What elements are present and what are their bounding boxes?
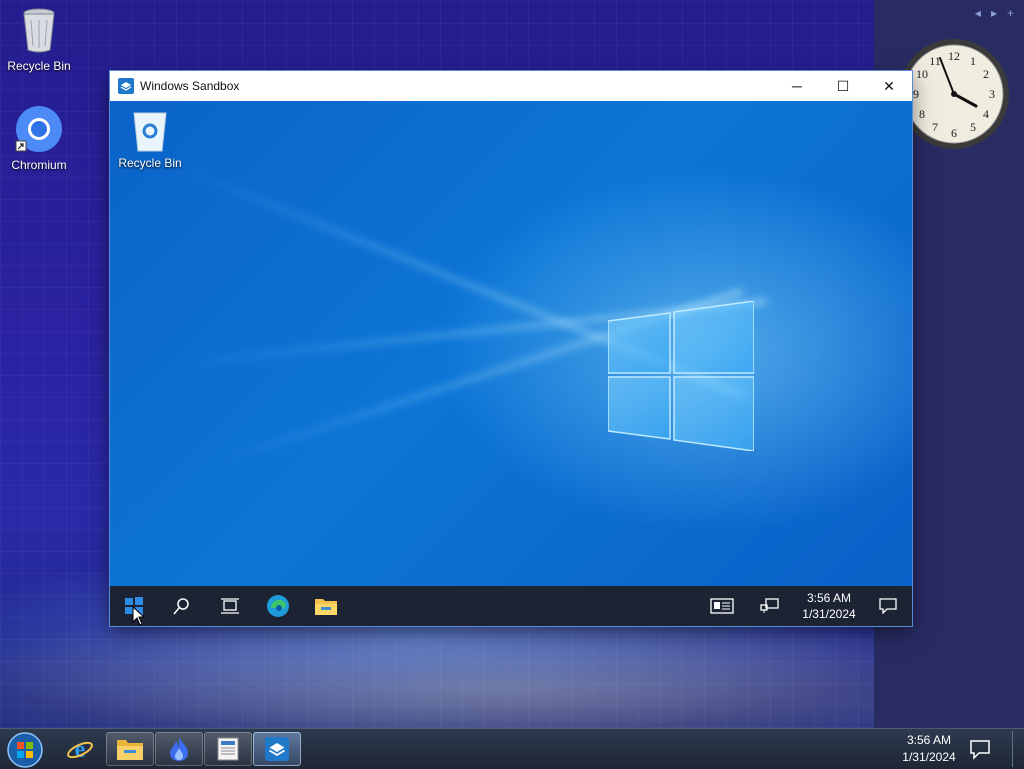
maximize-button[interactable]: ☐ [820,71,866,101]
windows-sandbox-icon [118,78,134,94]
windows-logo-wallpaper [608,301,754,451]
clock-num-6: 6 [951,126,957,140]
desktop-icon-recycle-bin[interactable]: Recycle Bin [4,6,74,73]
windows-sandbox-window: Windows Sandbox ─ ☐ ✕ Recycle Bin 3:56 A… [110,71,912,626]
gadget-controls: ◂ ▸ + [975,6,1014,20]
recycle-bin-icon [133,112,167,152]
desktop-icon-label: Recycle Bin [7,59,71,73]
app-flame-icon [170,737,188,761]
host-windows-sandbox-button[interactable] [253,732,301,766]
host-notification-icon[interactable] [968,737,992,761]
notification-icon [879,598,897,614]
edge-icon [267,595,289,617]
clock-num-2: 2 [983,67,989,81]
clock-num-9: 9 [913,87,919,101]
mouse-cursor-icon [132,606,146,626]
internet-explorer-icon: e [67,737,93,763]
guest-clock-time: 3:56 AM [806,591,852,605]
guest-edge-button[interactable] [254,586,302,626]
host-file-explorer-button[interactable] [106,732,154,766]
clock-num-8: 8 [919,107,925,121]
wordpad-icon [217,737,239,761]
guest-clock-date: 1/31/2024 [802,607,856,621]
close-icon: ✕ [883,77,895,94]
close-button[interactable]: ✕ [866,71,912,101]
start-orb-icon[interactable] [6,731,44,769]
guest-notifications-button[interactable] [864,586,912,626]
clock-num-12: 12 [948,49,960,63]
window-titlebar[interactable]: Windows Sandbox ─ ☐ ✕ [110,71,912,101]
maximize-icon: ☐ [836,77,850,94]
svg-text:e: e [75,737,86,763]
sandbox-guest-desktop: Recycle Bin 3:56 AM 1/31/2024 [110,101,912,626]
clock-num-7: 7 [932,120,938,134]
gadget-next-icon[interactable]: ▸ [991,6,997,20]
window-title: Windows Sandbox [140,79,240,93]
task-view-icon [221,598,239,614]
guest-taskbar-clock[interactable]: 3:56 AM 1/31/2024 [794,590,864,622]
network-icon [760,598,779,613]
host-ie-button[interactable]: e [56,732,104,766]
desktop-icon-chromium[interactable]: Chromium [4,105,74,172]
clock-num-1: 1 [970,54,976,68]
clock-num-11: 11 [929,54,941,68]
guest-desktop-icon-label: Recycle Bin [118,156,182,170]
file-explorer-icon [117,740,143,760]
guest-task-view-button[interactable] [206,586,254,626]
news-icon [710,598,734,614]
guest-news-button[interactable] [698,586,746,626]
host-clock-date: 1/31/2024 [902,750,956,764]
guest-search-button[interactable] [158,586,206,626]
search-icon [173,598,189,615]
guest-file-explorer-button[interactable] [302,586,350,626]
file-explorer-icon [315,599,337,615]
clock-gadget[interactable]: 12 1 2 3 4 5 6 7 8 9 10 11 [898,38,1010,150]
host-taskbar-clock[interactable]: 3:56 AM 1/31/2024 [898,732,960,766]
recycle-bin-icon [23,8,55,53]
guest-taskbar: 3:56 AM 1/31/2024 [110,586,912,626]
clock-num-10: 10 [916,67,928,81]
host-taskbar: e 3:56 AM 1/31/2024 [0,728,1024,769]
gadget-prev-icon[interactable]: ◂ [975,6,981,20]
guest-desktop-icon-recycle-bin[interactable]: Recycle Bin [116,109,184,170]
show-desktop-button[interactable] [1012,731,1023,767]
minimize-button[interactable]: ─ [774,71,820,101]
host-flame-app-button[interactable] [155,732,203,766]
host-clock-time: 3:56 AM [906,733,952,747]
clock-num-4: 4 [983,107,989,121]
host-wordpad-button[interactable] [204,732,252,766]
windows-sandbox-icon [265,737,289,761]
chromium-icon [15,106,62,152]
clock-num-5: 5 [970,120,976,134]
minimize-icon: ─ [792,78,802,94]
gadget-add-icon[interactable]: + [1007,6,1014,20]
guest-network-button[interactable] [746,586,794,626]
clock-num-3: 3 [989,87,995,101]
desktop-icon-label: Chromium [11,158,67,172]
